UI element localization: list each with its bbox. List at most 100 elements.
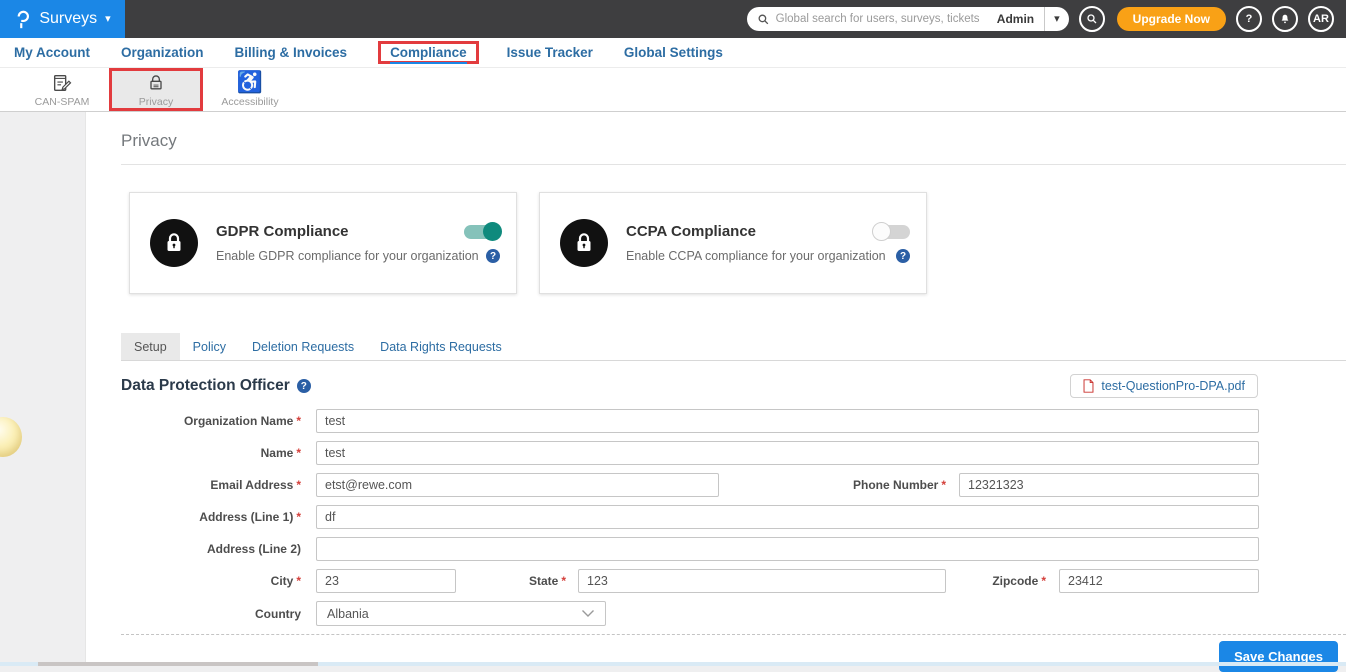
- ccpa-help-icon[interactable]: ?: [896, 249, 910, 263]
- toggle-knob: [483, 222, 502, 241]
- toolbar-item-label: Privacy: [139, 96, 173, 108]
- ccpa-toggle[interactable]: [874, 225, 910, 239]
- toolbar-item-accessibility[interactable]: ♿ Accessibility: [203, 68, 297, 111]
- card-description: Enable GDPR compliance for your organiza…: [216, 249, 479, 263]
- address-line1-input[interactable]: [316, 505, 1259, 529]
- nav-item-my-account[interactable]: My Account: [14, 45, 90, 60]
- dpa-attachment-link[interactable]: test-QuestionPro-DPA.pdf: [1070, 374, 1258, 398]
- toolbar-item-privacy[interactable]: Privacy: [109, 68, 203, 111]
- toolbar-item-label: Accessibility: [221, 96, 278, 108]
- field-label-city: City*: [121, 574, 301, 588]
- compliance-cards: GDPR Compliance Enable GDPR compliance f…: [129, 192, 1346, 294]
- form-row: Address (Line 1)*: [121, 505, 1346, 529]
- product-switcher[interactable]: Surveys ▾: [0, 0, 125, 38]
- phone-input[interactable]: [959, 473, 1259, 497]
- form-row: Email Address* Phone Number*: [121, 473, 1346, 497]
- state-input[interactable]: [578, 569, 946, 593]
- required-marker: *: [296, 414, 301, 428]
- nav-item-compliance[interactable]: Compliance: [390, 45, 467, 60]
- page-title: Privacy: [121, 131, 1346, 151]
- form-row: Address (Line 2): [121, 537, 1346, 561]
- email-input[interactable]: [316, 473, 719, 497]
- required-marker: *: [1041, 574, 1046, 588]
- field-label-organization-name: Organization Name*: [121, 414, 301, 428]
- field-label-address1: Address (Line 1)*: [121, 510, 301, 524]
- notifications-button[interactable]: [1272, 6, 1298, 32]
- name-input[interactable]: [316, 441, 1259, 465]
- country-select[interactable]: Albania: [316, 601, 606, 626]
- toggle-knob: [872, 222, 891, 241]
- zipcode-input[interactable]: [1059, 569, 1259, 593]
- address-line2-input[interactable]: [316, 537, 1259, 561]
- field-label-name: Name*: [121, 446, 301, 460]
- search-scope-dropdown[interactable]: ▾: [1045, 7, 1069, 31]
- tab-deletion-requests[interactable]: Deletion Requests: [239, 333, 367, 360]
- nav-item-global-settings[interactable]: Global Settings: [624, 45, 723, 60]
- card-description: Enable CCPA compliance for your organiza…: [626, 249, 886, 263]
- privacy-tabs: Setup Policy Deletion Requests Data Righ…: [121, 333, 1346, 361]
- field-label-zipcode: Zipcode*: [946, 574, 1046, 588]
- global-search: Admin ▾: [747, 7, 1069, 31]
- search-button[interactable]: [1079, 6, 1105, 32]
- search-input[interactable]: [776, 13, 987, 25]
- lock-icon: [146, 72, 166, 94]
- field-label-email: Email Address*: [121, 478, 301, 492]
- required-marker: *: [296, 478, 301, 492]
- product-name: Surveys: [39, 10, 97, 28]
- account-nav: My Account Organization Billing & Invoic…: [0, 38, 1346, 68]
- search-scope-label[interactable]: Admin: [987, 12, 1044, 26]
- card-title: CCPA Compliance: [626, 223, 756, 240]
- nav-item-organization[interactable]: Organization: [121, 45, 204, 60]
- search-icon: [757, 13, 770, 26]
- feedback-widget-ball[interactable]: [0, 417, 22, 457]
- field-label-address2: Address (Line 2): [121, 542, 301, 556]
- ccpa-card: CCPA Compliance Enable CCPA compliance f…: [539, 192, 927, 294]
- nav-item-issue-tracker[interactable]: Issue Tracker: [507, 45, 593, 60]
- upgrade-now-button[interactable]: Upgrade Now: [1117, 7, 1226, 31]
- accessibility-icon: ♿: [237, 72, 263, 94]
- field-label-state: State*: [456, 574, 566, 588]
- nav-item-billing-invoices[interactable]: Billing & Invoices: [235, 45, 348, 60]
- chevron-down-icon: [581, 609, 595, 618]
- save-changes-button[interactable]: Save Changes: [1219, 641, 1338, 672]
- tab-setup[interactable]: Setup: [121, 333, 180, 360]
- dpo-help-icon[interactable]: ?: [297, 379, 311, 393]
- form-row: Organization Name*: [121, 409, 1346, 433]
- form-row: Name*: [121, 441, 1346, 465]
- attachment-filename: test-QuestionPro-DPA.pdf: [1101, 379, 1245, 393]
- compliance-toolbar: CAN-SPAM Privacy ♿ Accessibility: [0, 68, 1346, 112]
- tab-data-rights-requests[interactable]: Data Rights Requests: [367, 333, 515, 360]
- search-icon: [1086, 13, 1098, 25]
- user-avatar[interactable]: AR: [1308, 6, 1334, 32]
- section-title: Data Protection Officer: [121, 377, 290, 395]
- compliance-annotation-box: Compliance: [378, 41, 479, 64]
- tab-policy[interactable]: Policy: [180, 333, 239, 360]
- organization-name-input[interactable]: [316, 409, 1259, 433]
- memo-pencil-icon: [51, 72, 73, 94]
- chevron-down-icon[interactable]: ▾: [105, 14, 111, 25]
- toolbar-item-can-spam[interactable]: CAN-SPAM: [15, 68, 109, 111]
- toolbar-item-label: CAN-SPAM: [35, 96, 90, 108]
- help-button[interactable]: ?: [1236, 6, 1262, 32]
- dpo-form: Organization Name* Name* Email Address* …: [121, 409, 1346, 626]
- gdpr-help-icon[interactable]: ?: [486, 249, 500, 263]
- form-row: City* State* Zipcode*: [121, 569, 1346, 593]
- card-title: GDPR Compliance: [216, 223, 349, 240]
- required-marker: *: [296, 510, 301, 524]
- form-row: Country Albania: [121, 601, 1346, 626]
- bell-icon: [1279, 13, 1291, 26]
- field-label-country: Country: [121, 607, 301, 621]
- lock-icon: [162, 230, 186, 256]
- city-input[interactable]: [316, 569, 456, 593]
- avatar-initials: AR: [1313, 13, 1329, 25]
- required-marker: *: [296, 574, 301, 588]
- gdpr-card: GDPR Compliance Enable GDPR compliance f…: [129, 192, 517, 294]
- horizontal-scrollbar-thumb[interactable]: [38, 662, 318, 666]
- ccpa-lock-badge: [560, 219, 608, 267]
- required-marker: *: [941, 478, 946, 492]
- required-marker: *: [296, 446, 301, 460]
- gdpr-toggle[interactable]: [464, 225, 500, 239]
- content-panel: Privacy GDPR Compliance Enable GDPR com: [85, 112, 1346, 666]
- field-label-phone: Phone Number*: [719, 478, 946, 492]
- country-selected-value: Albania: [327, 607, 369, 621]
